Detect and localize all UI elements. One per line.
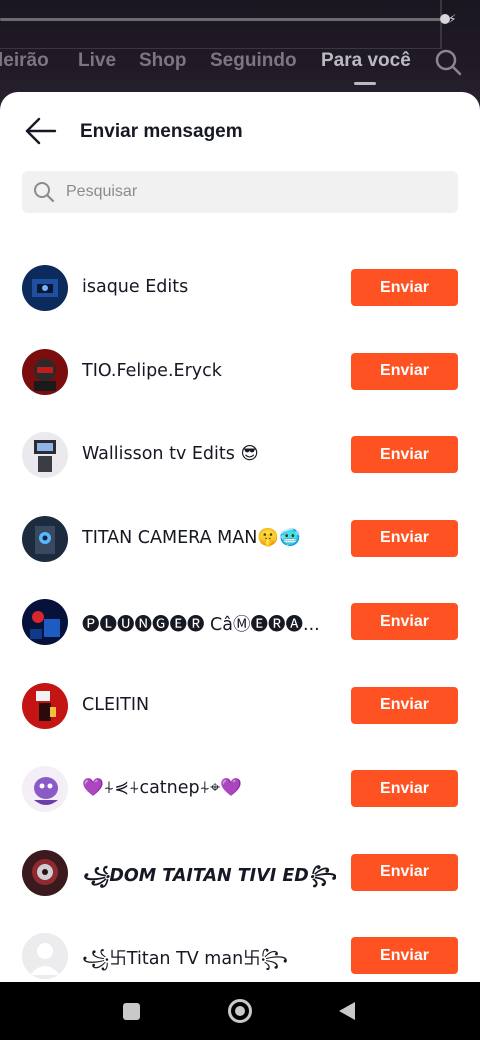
contact-name: 🅟🅛🅤🅝🅖🅔🅡 CâⓂ🅔🅡🅐... [82, 615, 320, 635]
send-message-sheet: Enviar mensagem isaque Edits Enviar TIO.… [0, 92, 480, 982]
contact-name: ꧁卐Titan TV man卐꧂ [82, 949, 289, 969]
send-button[interactable]: Enviar [351, 519, 458, 557]
contact-name: Wallisson tv Edits 😎 [82, 444, 259, 464]
avatar[interactable] [22, 515, 68, 562]
list-item: isaque Edits Enviar [0, 242, 480, 322]
avatar[interactable] [22, 849, 68, 896]
contact-name: TITAN CAMERA MAN🤫🥶 [82, 527, 301, 548]
send-button[interactable]: Enviar [351, 352, 458, 390]
tab-live[interactable]: Live [78, 50, 116, 72]
avatar[interactable] [22, 682, 68, 729]
divider [440, 0, 442, 48]
avatar[interactable] [22, 265, 68, 311]
send-button[interactable]: Enviar [351, 937, 458, 974]
tab-leirao[interactable]: leirão [0, 50, 49, 72]
avatar[interactable] [22, 432, 68, 478]
contact-name: 💜⍭⋞⍭catnep⍭⌖💜 [82, 778, 242, 798]
search-icon [34, 182, 55, 203]
tab-shop[interactable]: Shop [139, 50, 187, 72]
active-tab-indicator [354, 82, 376, 85]
avatar[interactable] [22, 766, 68, 812]
list-item: 💜⍭⋞⍭catnep⍭⌖💜 Enviar [0, 743, 480, 823]
send-button[interactable]: Enviar [351, 686, 458, 724]
tab-seguindo[interactable]: Seguindo [210, 50, 297, 72]
send-button[interactable]: Enviar [351, 770, 458, 807]
contact-name: ꧁DOM TAITAN TIVI ED꧂ [82, 865, 337, 886]
send-button[interactable]: Enviar [351, 853, 458, 891]
list-item: CLEITIN Enviar [0, 660, 480, 740]
send-button[interactable]: Enviar [351, 436, 458, 473]
home-icon[interactable] [228, 999, 252, 1023]
list-item: Wallisson tv Edits 😎 Enviar [0, 409, 480, 489]
nav-back-icon[interactable] [339, 1002, 355, 1020]
send-button[interactable]: Enviar [351, 603, 458, 640]
contact-name: isaque Edits [82, 277, 189, 297]
system-navigation-bar [0, 982, 480, 1040]
list-item: TIO.Felipe.Eryck Enviar [0, 326, 480, 406]
contact-name: CLEITIN [82, 694, 150, 715]
bolt-icon: ⚡ [448, 12, 457, 26]
recents-icon[interactable] [123, 1003, 140, 1020]
list-item: 🅟🅛🅤🅝🅖🅔🅡 CâⓂ🅔🅡🅐... Enviar [0, 576, 480, 656]
avatar[interactable] [22, 348, 68, 395]
video-progress-bar[interactable] [0, 18, 445, 21]
list-item: ꧁卐Titan TV man卐꧂ Enviar [0, 910, 480, 982]
send-button[interactable]: Enviar [351, 269, 458, 306]
page-title: Enviar mensagem [80, 121, 243, 142]
tab-para-voce[interactable]: Para você [321, 50, 411, 72]
avatar[interactable] [22, 599, 68, 645]
avatar[interactable] [22, 933, 68, 979]
search-input[interactable] [66, 171, 446, 213]
back-arrow-icon[interactable] [24, 116, 58, 146]
feed-tabs: leirão Live Shop Seguindo Para você [0, 48, 480, 78]
contact-name: TIO.Felipe.Eryck [82, 360, 222, 381]
list-item: TITAN CAMERA MAN🤫🥶 Enviar [0, 493, 480, 573]
list-item: ꧁DOM TAITAN TIVI ED꧂ Enviar [0, 827, 480, 907]
search-bar[interactable] [22, 171, 458, 213]
search-icon[interactable] [434, 48, 462, 76]
